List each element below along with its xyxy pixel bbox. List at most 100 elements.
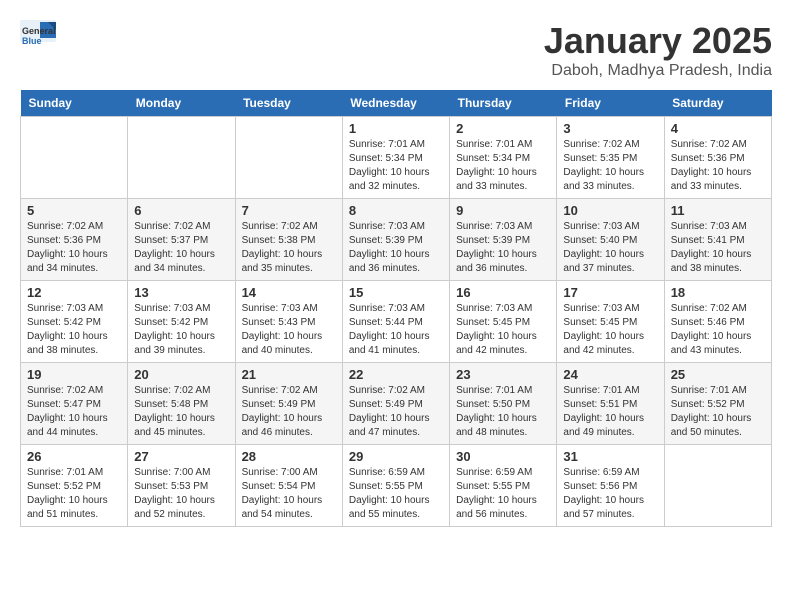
day-number: 4 bbox=[671, 121, 765, 136]
day-number: 27 bbox=[134, 449, 228, 464]
calendar-cell: 9Sunrise: 7:03 AM Sunset: 5:39 PM Daylig… bbox=[450, 199, 557, 281]
day-number: 25 bbox=[671, 367, 765, 382]
calendar-header-row: SundayMondayTuesdayWednesdayThursdayFrid… bbox=[21, 90, 772, 117]
day-number: 17 bbox=[563, 285, 657, 300]
day-info: Sunrise: 7:01 AM Sunset: 5:34 PM Dayligh… bbox=[456, 138, 550, 194]
logo: General Blue bbox=[20, 20, 58, 52]
day-number: 10 bbox=[563, 203, 657, 218]
calendar-cell: 31 Sunrise: 6:59 AM Sunset: 5:56 PM Dayli… bbox=[557, 445, 664, 527]
day-info: Sunrise: 7:01 AM Sunset: 5:52 PM Dayligh… bbox=[27, 466, 121, 522]
calendar-cell: 13 Sunrise: 7:03 AM Sunset: 5:42 PM Dayli… bbox=[128, 281, 235, 363]
day-info: Sunrise: 7:03 AM Sunset: 5:39 PM Dayligh… bbox=[456, 220, 550, 276]
day-number: 7 bbox=[242, 203, 336, 218]
day-number: 31 bbox=[563, 449, 657, 464]
day-info: Sunrise: 7:03 AM Sunset: 5:41 PM Dayligh… bbox=[671, 220, 765, 276]
calendar-body: 1 Sunrise: 7:01 AM Sunset: 5:34 PM Daylig… bbox=[21, 117, 772, 527]
calendar-cell: 20 Sunrise: 7:02 AM Sunset: 5:48 PM Dayli… bbox=[128, 363, 235, 445]
calendar-cell: 11 Sunrise: 7:03 AM Sunset: 5:41 PM Dayli… bbox=[664, 199, 771, 281]
day-number: 28 bbox=[242, 449, 336, 464]
day-info: Sunrise: 7:01 AM Sunset: 5:51 PM Dayligh… bbox=[563, 384, 657, 440]
day-info: Sunrise: 6:59 AM Sunset: 5:56 PM Dayligh… bbox=[563, 466, 657, 522]
day-info: Sunrise: 7:02 AM Sunset: 5:49 PM Dayligh… bbox=[242, 384, 336, 440]
day-number: 22 bbox=[349, 367, 443, 382]
calendar-cell: 16Sunrise: 7:03 AM Sunset: 5:45 PM Dayli… bbox=[450, 281, 557, 363]
svg-text:General: General bbox=[22, 26, 56, 36]
logo-icon: General Blue bbox=[20, 20, 58, 52]
day-number: 18 bbox=[671, 285, 765, 300]
title-section: January 2025 Daboh, Madhya Pradesh, Indi… bbox=[544, 20, 772, 80]
calendar-cell: 6 Sunrise: 7:02 AM Sunset: 5:37 PM Daylig… bbox=[128, 199, 235, 281]
calendar-header-sunday: Sunday bbox=[21, 90, 128, 117]
day-info: Sunrise: 7:03 AM Sunset: 5:39 PM Dayligh… bbox=[349, 220, 443, 276]
calendar-cell: 4 Sunrise: 7:02 AM Sunset: 5:36 PM Daylig… bbox=[664, 117, 771, 199]
calendar-cell: 21Sunrise: 7:02 AM Sunset: 5:49 PM Dayli… bbox=[235, 363, 342, 445]
day-info: Sunrise: 7:02 AM Sunset: 5:37 PM Dayligh… bbox=[134, 220, 228, 276]
day-number: 5 bbox=[27, 203, 121, 218]
month-title: January 2025 bbox=[544, 20, 772, 62]
calendar-cell: 27Sunrise: 7:00 AM Sunset: 5:53 PM Dayli… bbox=[128, 445, 235, 527]
calendar-cell: 14Sunrise: 7:03 AM Sunset: 5:43 PM Dayli… bbox=[235, 281, 342, 363]
calendar-cell bbox=[21, 117, 128, 199]
svg-text:Blue: Blue bbox=[22, 36, 42, 46]
calendar: SundayMondayTuesdayWednesdayThursdayFrid… bbox=[20, 90, 772, 527]
day-info: Sunrise: 7:01 AM Sunset: 5:50 PM Dayligh… bbox=[456, 384, 550, 440]
location: Daboh, Madhya Pradesh, India bbox=[544, 62, 772, 80]
calendar-cell: 17 Sunrise: 7:03 AM Sunset: 5:45 PM Dayli… bbox=[557, 281, 664, 363]
day-number: 15 bbox=[349, 285, 443, 300]
calendar-cell: 22 Sunrise: 7:02 AM Sunset: 5:49 PM Dayli… bbox=[342, 363, 449, 445]
day-info: Sunrise: 7:03 AM Sunset: 5:45 PM Dayligh… bbox=[563, 302, 657, 358]
day-number: 6 bbox=[134, 203, 228, 218]
calendar-header-saturday: Saturday bbox=[664, 90, 771, 117]
day-info: Sunrise: 7:03 AM Sunset: 5:40 PM Dayligh… bbox=[563, 220, 657, 276]
calendar-week-2: 5 Sunrise: 7:02 AM Sunset: 5:36 PM Daylig… bbox=[21, 199, 772, 281]
day-info: Sunrise: 7:02 AM Sunset: 5:35 PM Dayligh… bbox=[563, 138, 657, 194]
day-number: 20 bbox=[134, 367, 228, 382]
calendar-cell: 8 Sunrise: 7:03 AM Sunset: 5:39 PM Daylig… bbox=[342, 199, 449, 281]
calendar-header-friday: Friday bbox=[557, 90, 664, 117]
day-info: Sunrise: 7:02 AM Sunset: 5:47 PM Dayligh… bbox=[27, 384, 121, 440]
calendar-cell: 18 Sunrise: 7:02 AM Sunset: 5:46 PM Dayli… bbox=[664, 281, 771, 363]
calendar-week-4: 19 Sunrise: 7:02 AM Sunset: 5:47 PM Dayli… bbox=[21, 363, 772, 445]
day-number: 23 bbox=[456, 367, 550, 382]
calendar-cell: 29Sunrise: 6:59 AM Sunset: 5:55 PM Dayli… bbox=[342, 445, 449, 527]
day-number: 24 bbox=[563, 367, 657, 382]
day-number: 13 bbox=[134, 285, 228, 300]
day-number: 19 bbox=[27, 367, 121, 382]
day-number: 8 bbox=[349, 203, 443, 218]
day-number: 30 bbox=[456, 449, 550, 464]
calendar-header-wednesday: Wednesday bbox=[342, 90, 449, 117]
calendar-cell: 10 Sunrise: 7:03 AM Sunset: 5:40 PM Dayli… bbox=[557, 199, 664, 281]
day-info: Sunrise: 7:03 AM Sunset: 5:42 PM Dayligh… bbox=[134, 302, 228, 358]
day-number: 1 bbox=[349, 121, 443, 136]
calendar-cell: 5 Sunrise: 7:02 AM Sunset: 5:36 PM Daylig… bbox=[21, 199, 128, 281]
day-number: 12 bbox=[27, 285, 121, 300]
day-info: Sunrise: 7:02 AM Sunset: 5:48 PM Dayligh… bbox=[134, 384, 228, 440]
day-info: Sunrise: 7:02 AM Sunset: 5:36 PM Dayligh… bbox=[27, 220, 121, 276]
calendar-cell bbox=[128, 117, 235, 199]
calendar-header-tuesday: Tuesday bbox=[235, 90, 342, 117]
day-info: Sunrise: 7:03 AM Sunset: 5:43 PM Dayligh… bbox=[242, 302, 336, 358]
calendar-cell: 28 Sunrise: 7:00 AM Sunset: 5:54 PM Dayli… bbox=[235, 445, 342, 527]
day-number: 11 bbox=[671, 203, 765, 218]
calendar-cell bbox=[664, 445, 771, 527]
day-info: Sunrise: 7:02 AM Sunset: 5:49 PM Dayligh… bbox=[349, 384, 443, 440]
calendar-header-monday: Monday bbox=[128, 90, 235, 117]
day-info: Sunrise: 7:02 AM Sunset: 5:36 PM Dayligh… bbox=[671, 138, 765, 194]
day-number: 16 bbox=[456, 285, 550, 300]
day-info: Sunrise: 7:01 AM Sunset: 5:52 PM Dayligh… bbox=[671, 384, 765, 440]
day-info: Sunrise: 6:59 AM Sunset: 5:55 PM Dayligh… bbox=[456, 466, 550, 522]
calendar-week-5: 26Sunrise: 7:01 AM Sunset: 5:52 PM Dayli… bbox=[21, 445, 772, 527]
calendar-cell: 15 Sunrise: 7:03 AM Sunset: 5:44 PM Dayli… bbox=[342, 281, 449, 363]
day-info: Sunrise: 7:03 AM Sunset: 5:44 PM Dayligh… bbox=[349, 302, 443, 358]
day-info: Sunrise: 7:01 AM Sunset: 5:34 PM Dayligh… bbox=[349, 138, 443, 194]
day-number: 29 bbox=[349, 449, 443, 464]
calendar-cell: 24 Sunrise: 7:01 AM Sunset: 5:51 PM Dayli… bbox=[557, 363, 664, 445]
calendar-cell: 23 Sunrise: 7:01 AM Sunset: 5:50 PM Dayli… bbox=[450, 363, 557, 445]
day-info: Sunrise: 7:02 AM Sunset: 5:46 PM Dayligh… bbox=[671, 302, 765, 358]
calendar-cell: 7Sunrise: 7:02 AM Sunset: 5:38 PM Daylig… bbox=[235, 199, 342, 281]
calendar-cell: 30 Sunrise: 6:59 AM Sunset: 5:55 PM Dayli… bbox=[450, 445, 557, 527]
calendar-cell: 2Sunrise: 7:01 AM Sunset: 5:34 PM Daylig… bbox=[450, 117, 557, 199]
day-info: Sunrise: 7:00 AM Sunset: 5:54 PM Dayligh… bbox=[242, 466, 336, 522]
calendar-cell bbox=[235, 117, 342, 199]
calendar-cell: 19 Sunrise: 7:02 AM Sunset: 5:47 PM Dayli… bbox=[21, 363, 128, 445]
